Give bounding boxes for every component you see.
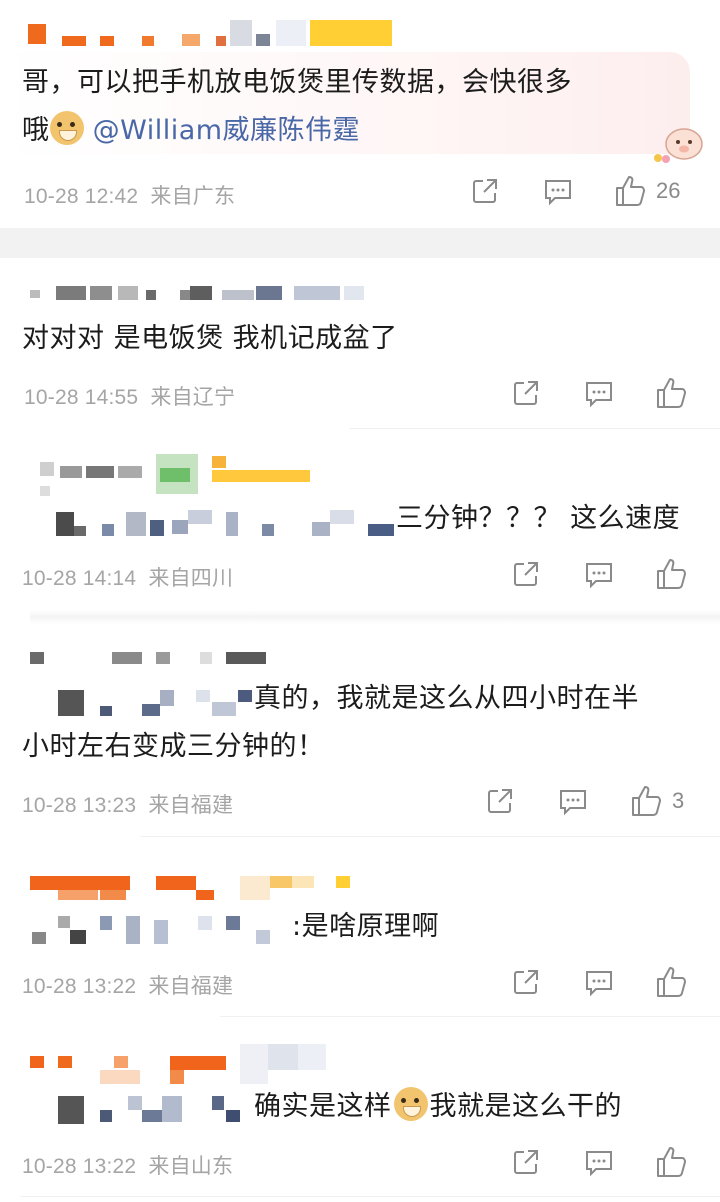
comment-location: 来自四川 — [148, 567, 234, 590]
comment-location: 来自辽宁 — [150, 386, 236, 409]
thumbs-up-icon — [657, 967, 686, 997]
comment-text: 三分钟？？？ 这么速度 — [396, 503, 681, 534]
share-icon — [514, 1150, 538, 1174]
share-button[interactable] — [470, 176, 500, 206]
comment-text-part2: 我就是这么干的 — [429, 1091, 622, 1122]
doge-emoji-icon — [49, 111, 84, 145]
comment-time: 10-28 14:55 — [24, 386, 139, 409]
comment-text: :是啥原理啊 — [292, 911, 440, 942]
comment-icon — [586, 563, 612, 589]
share-icon — [514, 381, 538, 405]
like-button[interactable]: 3 — [630, 784, 684, 818]
comment-button[interactable] — [584, 968, 614, 998]
share-icon — [488, 789, 512, 813]
divider — [20, 1196, 720, 1197]
comment-button[interactable] — [584, 560, 614, 590]
comment-text: 确实是这样 我就是这么干的 — [254, 1084, 622, 1130]
comment-text-part1: 确实是这样 — [254, 1091, 392, 1122]
like-button[interactable] — [655, 557, 689, 591]
divider — [30, 610, 720, 624]
like-button[interactable] — [655, 965, 689, 999]
comment-icon — [586, 1151, 612, 1177]
comment-meta: 10-28 14:55 来自辽宁 — [24, 381, 235, 411]
like-button[interactable] — [655, 1145, 689, 1179]
like-count: 3 — [672, 788, 685, 813]
doge-emoji-icon — [393, 1087, 428, 1121]
comment-icon — [545, 180, 571, 206]
divider — [140, 836, 720, 837]
pig-sticker-icon — [654, 128, 703, 163]
comment-time: 10-28 12:42 — [24, 185, 139, 208]
like-button[interactable] — [655, 376, 689, 410]
comment-location: 来自福建 — [148, 975, 234, 998]
thumbs-up-icon — [657, 378, 686, 408]
share-icon — [473, 179, 497, 203]
comment-text-line2: 哦 @William威廉陈伟霆 — [22, 108, 360, 154]
comment-meta: 10-28 12:42 来自广东 — [24, 180, 235, 210]
share-button[interactable] — [511, 378, 541, 408]
share-button[interactable] — [511, 559, 541, 589]
share-button[interactable] — [485, 786, 515, 816]
comment-time: 10-28 14:14 — [22, 567, 137, 590]
thumbs-up-icon — [657, 1147, 686, 1177]
share-icon — [514, 970, 538, 994]
comment-text-prefix: 哦 — [22, 115, 50, 146]
mention-link[interactable]: @William威廉陈伟霆 — [93, 115, 360, 146]
share-button[interactable] — [511, 967, 541, 997]
comment-location: 来自福建 — [148, 794, 234, 817]
comment-icon — [586, 971, 612, 997]
share-button[interactable] — [511, 1147, 541, 1177]
comment-location: 来自山东 — [148, 1155, 234, 1178]
comment-icon — [560, 790, 586, 816]
section-divider — [0, 228, 720, 258]
comment-button[interactable] — [584, 379, 614, 409]
like-count: 26 — [656, 178, 681, 203]
share-icon — [514, 562, 538, 586]
comment-time: 10-28 13:22 — [22, 1155, 137, 1178]
like-button[interactable]: 26 — [614, 174, 680, 208]
thumbs-up-icon — [616, 176, 645, 206]
comment-text-line2: 小时左右变成三分钟的！ — [22, 731, 325, 762]
comment-location: 来自广东 — [150, 185, 236, 208]
divider — [350, 428, 720, 429]
thumbs-up-icon — [657, 559, 686, 589]
comment-time: 10-28 13:23 — [22, 794, 137, 817]
comment-text-line1: 真的，我就是这么从四小时在半 — [254, 683, 639, 714]
comment-meta: 10-28 13:22 来自山东 — [22, 1150, 233, 1180]
comment-time: 10-28 13:22 — [22, 975, 137, 998]
comment-text-line1: 哥，可以把手机放电饭煲里传数据，会快很多 — [22, 67, 572, 98]
divider — [220, 1016, 720, 1017]
comment-icon — [586, 382, 612, 408]
comment-meta: 10-28 14:14 来自四川 — [22, 562, 233, 592]
comment-button[interactable] — [543, 177, 573, 207]
thumbs-up-icon — [632, 786, 661, 816]
comment-text: 对对对 是电饭煲 我机记成盆了 — [22, 323, 398, 354]
comment-meta: 10-28 13:23 来自福建 — [22, 789, 233, 819]
comment-button[interactable] — [584, 1148, 614, 1178]
comment-meta: 10-28 13:22 来自福建 — [22, 970, 233, 1000]
comment-button[interactable] — [558, 787, 588, 817]
